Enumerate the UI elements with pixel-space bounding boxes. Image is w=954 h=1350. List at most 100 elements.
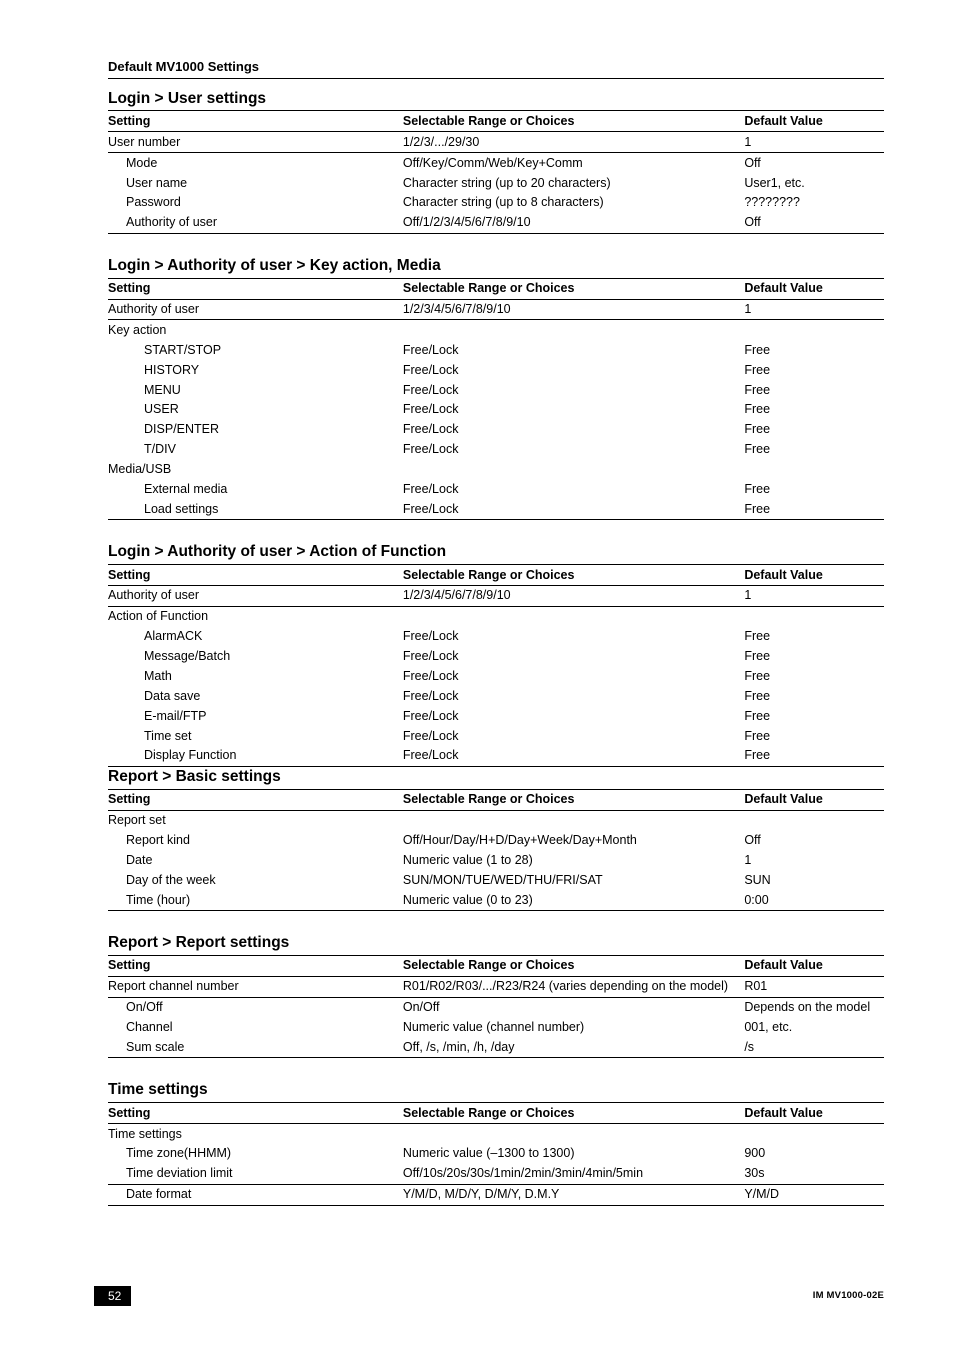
table-row: Authority of user Off/1/2/3/4/5/6/7/8/9/1… bbox=[108, 213, 884, 233]
settings-section: Login > Authority of user > Key action, … bbox=[108, 256, 884, 520]
setting-default: /s bbox=[744, 1037, 884, 1057]
setting-name: Report channel number bbox=[108, 979, 239, 993]
setting-default: Free bbox=[744, 479, 884, 499]
setting-default: Free bbox=[744, 360, 884, 380]
setting-default: 1 bbox=[744, 299, 884, 320]
setting-range: Free/Lock bbox=[403, 440, 744, 460]
setting-default bbox=[744, 810, 884, 830]
setting-name: Date format bbox=[108, 1186, 191, 1203]
setting-name: DISP/ENTER bbox=[108, 421, 219, 438]
setting-range: Free/Lock bbox=[403, 420, 744, 440]
table-row: Data saveFree/LockFree bbox=[108, 686, 884, 706]
setting-default: Free bbox=[744, 499, 884, 519]
col-setting: Setting bbox=[108, 278, 403, 299]
table-row: PasswordCharacter string (up to 8 charac… bbox=[108, 193, 884, 213]
col-default: Default Value bbox=[744, 278, 884, 299]
table-row: Display FunctionFree/LockFree bbox=[108, 746, 884, 766]
setting-default: Free bbox=[744, 400, 884, 420]
setting-default: Free bbox=[744, 726, 884, 746]
setting-default bbox=[744, 460, 884, 480]
setting-name: On/Off bbox=[108, 999, 163, 1016]
setting-name: Load settings bbox=[108, 501, 218, 518]
settings-table: SettingSelectable Range or ChoicesDefaul… bbox=[108, 564, 884, 767]
settings-section: Login > User settingsSettingSelectable R… bbox=[108, 89, 884, 234]
setting-default: Free bbox=[744, 666, 884, 686]
col-default: Default Value bbox=[744, 565, 884, 586]
setting-range bbox=[403, 320, 744, 340]
setting-default: Free bbox=[744, 706, 884, 726]
setting-default: R01 bbox=[744, 976, 884, 997]
setting-name: Report kind bbox=[108, 832, 190, 849]
setting-range: R01/R02/R03/.../R23/R24 (varies dependin… bbox=[403, 976, 744, 997]
section-title: Login > Authority of user > Action of Fu… bbox=[108, 542, 884, 563]
setting-name: Math bbox=[108, 668, 172, 685]
setting-range: Off/Hour/Day/H+D/Day+Week/Day+Month bbox=[403, 830, 744, 850]
table-row: HISTORYFree/LockFree bbox=[108, 360, 884, 380]
setting-default bbox=[744, 606, 884, 626]
col-setting: Setting bbox=[108, 111, 403, 132]
setting-name: Date bbox=[108, 852, 152, 869]
setting-default: Y/M/D bbox=[744, 1184, 884, 1205]
setting-name: Password bbox=[108, 194, 181, 211]
setting-default: 900 bbox=[744, 1144, 884, 1164]
table-row: User number1/2/3/.../29/301 bbox=[108, 132, 884, 153]
setting-range: Off/1/2/3/4/5/6/7/8/9/10 bbox=[403, 213, 744, 233]
setting-range: Free/Lock bbox=[403, 499, 744, 519]
setting-name: HISTORY bbox=[108, 362, 199, 379]
settings-section: Report > Report settingsSettingSelectabl… bbox=[108, 933, 884, 1058]
setting-name: START/STOP bbox=[108, 342, 221, 359]
col-range: Selectable Range or Choices bbox=[403, 1103, 744, 1124]
setting-range: Off/Key/Comm/Web/Key+Comm bbox=[403, 153, 744, 173]
setting-range: Numeric value (0 to 23) bbox=[403, 890, 744, 910]
setting-range: Free/Lock bbox=[403, 479, 744, 499]
setting-name: Sum scale bbox=[108, 1039, 184, 1056]
doc-section-title: Default MV1000 Settings bbox=[108, 58, 884, 79]
table-row: Time (hour)Numeric value (0 to 23)0:00 bbox=[108, 890, 884, 910]
setting-range bbox=[403, 460, 744, 480]
setting-range: SUN/MON/TUE/WED/THU/FRI/SAT bbox=[403, 870, 744, 890]
table-row: Message/BatchFree/LockFree bbox=[108, 647, 884, 667]
table-row: Time settings bbox=[108, 1124, 884, 1144]
table-row: Media/USB bbox=[108, 460, 884, 480]
setting-default: 001, etc. bbox=[744, 1018, 884, 1038]
table-row: START/STOPFree/LockFree bbox=[108, 340, 884, 360]
table-row: Time deviation limitOff/10s/20s/30s/1min… bbox=[108, 1164, 884, 1184]
setting-default: Free bbox=[744, 627, 884, 647]
setting-name: Authority of user bbox=[108, 302, 199, 316]
setting-name: Data save bbox=[108, 688, 200, 705]
settings-section: Time settingsSettingSelectable Range or … bbox=[108, 1080, 884, 1205]
page-footer: 52 IM MV1000-02E bbox=[0, 1286, 954, 1306]
table-row: Time set Free/LockFree bbox=[108, 726, 884, 746]
section-title: Report > Basic settings bbox=[108, 767, 884, 788]
col-setting: Setting bbox=[108, 565, 403, 586]
setting-name: Key action bbox=[108, 323, 166, 337]
setting-name: User number bbox=[108, 135, 180, 149]
table-row: Time zone(HHMM)Numeric value (–1300 to 1… bbox=[108, 1144, 884, 1164]
table-row: ChannelNumeric value (channel number)001… bbox=[108, 1018, 884, 1038]
setting-range: 1/2/3/.../29/30 bbox=[403, 132, 744, 153]
setting-name: Time set bbox=[108, 728, 191, 745]
setting-name: Authority of user bbox=[108, 214, 217, 231]
setting-default: Free bbox=[744, 380, 884, 400]
table-row: Key action bbox=[108, 320, 884, 340]
setting-default: Free bbox=[744, 746, 884, 766]
setting-default: 0:00 bbox=[744, 890, 884, 910]
setting-name: External media bbox=[108, 481, 227, 498]
setting-default bbox=[744, 320, 884, 340]
setting-range: 1/2/3/4/5/6/7/8/9/10 bbox=[403, 585, 744, 606]
setting-range: Free/Lock bbox=[403, 726, 744, 746]
setting-name: Time settings bbox=[108, 1127, 182, 1141]
table-row: DateNumeric value (1 to 28)1 bbox=[108, 850, 884, 870]
settings-table: SettingSelectable Range or ChoicesDefaul… bbox=[108, 1102, 884, 1205]
setting-default: Depends on the model bbox=[744, 997, 884, 1017]
setting-range bbox=[403, 606, 744, 626]
table-row: AlarmACKFree/LockFree bbox=[108, 627, 884, 647]
table-row: E-mail/FTPFree/LockFree bbox=[108, 706, 884, 726]
setting-range: Free/Lock bbox=[403, 400, 744, 420]
table-row: Load settings Free/LockFree bbox=[108, 499, 884, 519]
setting-range: Numeric value (–1300 to 1300) bbox=[403, 1144, 744, 1164]
table-row: Sum scaleOff, /s, /min, /h, /day/s bbox=[108, 1037, 884, 1057]
col-range: Selectable Range or Choices bbox=[403, 565, 744, 586]
setting-range: Free/Lock bbox=[403, 340, 744, 360]
setting-name: Authority of user bbox=[108, 588, 199, 602]
